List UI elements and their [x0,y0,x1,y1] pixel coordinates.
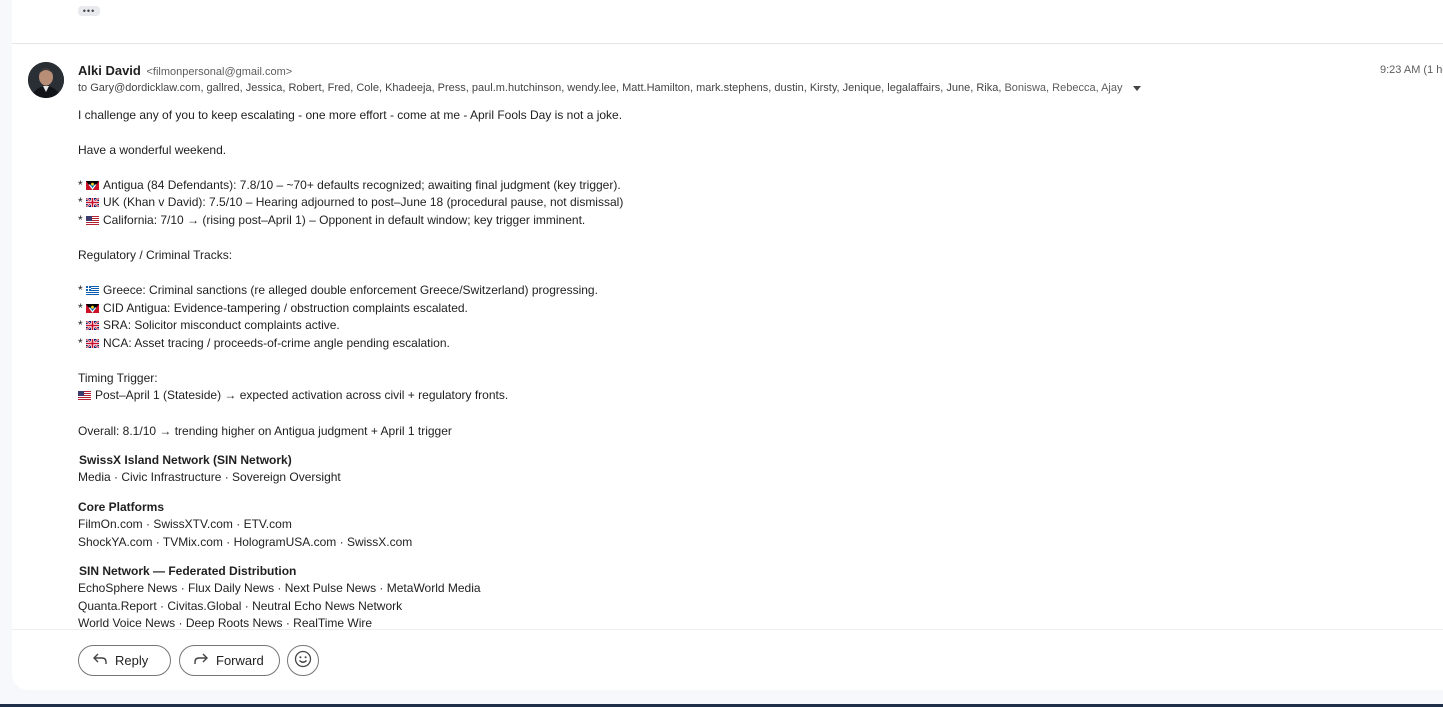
signature-network-title: SwissX Island Network (SIN Network) [79,453,292,467]
bullet: * [78,336,83,350]
us-flag-icon [86,216,100,225]
uk-flag-icon [86,321,100,330]
bullet: * [78,178,83,192]
uk-flag-icon [86,339,100,348]
signature-dist-line3: World Voice News · Deep Roots News · Rea… [78,616,373,630]
reply-icon [93,653,107,668]
antigua-text: Antigua (84 Defendants): 7.8/10 – ~70+ d… [103,178,621,192]
signature-dist-line2: Quanta.Report · Civitas.Global · Neutral… [78,599,403,613]
us-flag-icon [78,391,91,400]
sra-text: SRA: Solicitor misconduct complaints act… [103,318,340,332]
message-divider [12,43,1443,44]
reply-label: Reply [115,653,149,668]
sender-name[interactable]: Alki David [78,63,141,78]
message-card: ••• Alki David <filmonpersonal@gmail.com… [12,0,1443,690]
show-details-icon[interactable] [1132,85,1141,91]
uk-text: UK (Khan v David): 7.5/10 – Hearing adjo… [103,195,624,209]
list-item-cid: * CID Antigua: Evidence-tampering / obst… [78,301,468,315]
bullet: * [78,318,83,332]
recipients-list: Gary@dordicklaw.com, gallred, Jessica, R… [90,82,1002,94]
forward-label: Forward [216,653,264,668]
list-item-uk: * UK (Khan v David): 7.5/10 – Hearing ad… [78,195,623,209]
recipients-line: to Gary@dordicklaw.com, gallred, Jessica… [78,82,1141,94]
antigua-flag-icon [86,304,100,313]
recipients-prefix: to [78,82,88,94]
greece-flag-icon [86,286,100,295]
sender-email: <filmonpersonal@gmail.com> [146,66,293,78]
greece-text: Greece: Criminal sanctions (re alleged d… [103,283,598,297]
smiley-icon [294,650,312,671]
california-text: California: 7/10 → (rising post–April 1)… [103,213,586,227]
bullet: * [78,195,83,209]
sender-line: Alki David <filmonpersonal@gmail.com> [78,63,292,78]
signature-dist-title: SIN Network — Federated Distribution [79,564,297,578]
sender-avatar[interactable] [28,62,64,98]
bullet: * [78,213,83,227]
timing-line: Post–April 1 (Stateside) → expected acti… [78,388,508,402]
bullet: * [78,283,83,297]
message-time[interactable]: 9:23 AM (1 ho [1380,64,1443,76]
overall-line: Overall: 8.1/10 → trending higher on Ant… [78,424,452,438]
timing-text: Post–April 1 (Stateside) → expected acti… [95,388,509,402]
emoji-reaction-button[interactable] [287,645,319,676]
signature-core-line1: FilmOn.com · SwissXTV.com · ETV.com [78,517,292,531]
signature-core-title: Core Platforms [78,500,165,514]
nca-text: NCA: Asset tracing / proceeds-of-crime a… [103,336,450,350]
list-item-sra: * SRA: Solicitor misconduct complaints a… [78,318,340,332]
signature-dist-line1: EchoSphere News · Flux Daily News · Next… [78,581,481,595]
list-item-greece: * Greece: Criminal sanctions (re alleged… [78,283,598,297]
antigua-flag-icon [86,181,100,190]
actions-separator [12,629,1443,630]
regulatory-heading: Regulatory / Criminal Tracks: [78,248,233,262]
uk-flag-icon [86,198,100,207]
body-line-weekend: Have a wonderful weekend. [78,143,227,157]
body-line-challenge: I challenge any of you to keep escalatin… [78,108,623,122]
list-item-california: * California: 7/10 → (rising post–April … [78,213,585,227]
list-item-nca: * NCA: Asset tracing / proceeds-of-crime… [78,336,450,350]
list-item-antigua: * Antigua (84 Defendants): 7.8/10 – ~70+… [78,178,621,192]
bullet: * [78,301,83,315]
signature-network-sub: Media · Civic Infrastructure · Sovereign… [78,470,341,484]
forward-button[interactable]: Forward [179,645,280,676]
forward-icon [194,653,208,668]
signature-core-line2: ShockYA.com · TVMix.com · HologramUSA.co… [78,535,413,549]
show-trimmed-content-button[interactable]: ••• [78,6,100,16]
reply-button[interactable]: Reply [78,645,171,676]
timing-heading: Timing Trigger: [78,371,158,385]
cid-text: CID Antigua: Evidence-tampering / obstru… [103,301,468,315]
recipients-more: Boniswa, Rebecca, Ajay [1004,82,1123,94]
